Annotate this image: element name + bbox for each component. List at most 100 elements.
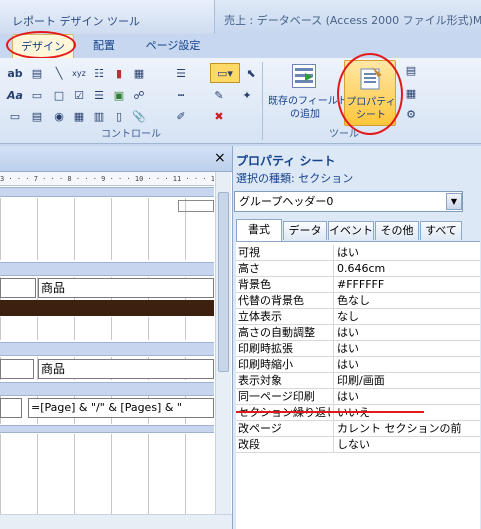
textbox-control[interactable]	[0, 398, 22, 418]
shohin-label[interactable]: 商品	[38, 359, 214, 379]
property-row[interactable]: 高さの自動調整 はい	[236, 325, 480, 341]
xyz-control-icon[interactable]: xyz	[70, 65, 88, 82]
tab-page-setup[interactable]: ページ設定	[134, 34, 212, 58]
tab-control-icon[interactable]: ▭	[6, 108, 24, 125]
property-name: 可視	[238, 246, 260, 259]
macro-icon[interactable]: ⚙	[402, 106, 420, 123]
property-value[interactable]: #FFFFFF	[333, 277, 478, 293]
hyperlink-control-icon[interactable]: ☍	[130, 87, 148, 104]
delete-control-icon[interactable]: ✖	[210, 108, 228, 125]
attachment-icon[interactable]: 📎	[130, 108, 148, 125]
property-row[interactable]: 印刷時拡張 はい	[236, 341, 480, 357]
label-control-icon[interactable]: ab	[6, 65, 24, 82]
tab-arrange[interactable]: 配置	[82, 34, 126, 58]
property-name: 高さの自動調整	[238, 326, 315, 339]
subform-control-icon[interactable]: ▦	[130, 65, 148, 82]
brown-line-control[interactable]	[0, 300, 214, 316]
section-bar[interactable]	[0, 425, 214, 433]
tab-format[interactable]: 書式	[236, 219, 282, 241]
tools-wrench-icon[interactable]: ✎	[210, 87, 228, 104]
property-row[interactable]: セクション繰り返しいいえ	[236, 405, 480, 421]
design-grid-area[interactable]	[0, 317, 214, 340]
property-row[interactable]: 改段 しない	[236, 437, 480, 453]
image-insert-icon[interactable]: ▣	[110, 87, 128, 104]
checkbox-control-icon[interactable]: ☑	[70, 87, 88, 104]
chevron-down-icon[interactable]: ▼	[446, 193, 462, 210]
property-row[interactable]: 表示対象 印刷/画面	[236, 373, 480, 389]
tab-data[interactable]: データ	[283, 221, 327, 240]
property-sheet-button[interactable]: プロパティ シート	[344, 60, 396, 126]
button-control-icon[interactable]: ▭	[28, 87, 46, 104]
property-value[interactable]: はい	[333, 389, 478, 405]
property-row[interactable]: 同一ページ印刷 はい	[236, 389, 480, 405]
page-break-icon[interactable]: ▯	[110, 108, 128, 125]
section-bar[interactable]	[0, 382, 214, 396]
code-view-icon[interactable]: ▦	[402, 85, 420, 102]
line-style-icon[interactable]: ┅	[172, 87, 190, 104]
add-fields-button[interactable]: 既存のフィールド の追加	[268, 60, 348, 126]
textbox-control[interactable]	[0, 359, 34, 379]
close-icon[interactable]: ×	[214, 150, 226, 166]
property-name: 背景色	[238, 278, 271, 291]
rectangle-control-icon[interactable]: □	[50, 87, 68, 104]
design-grid-area[interactable]	[0, 434, 214, 514]
combo-control-icon[interactable]: ☰	[90, 87, 108, 104]
tab-other[interactable]: その他	[375, 221, 419, 240]
property-name: 印刷時縮小	[238, 358, 293, 371]
context-tab-title: レポート デザイン ツール	[12, 15, 140, 28]
property-name: 同一ページ印刷	[238, 390, 315, 403]
section-bar[interactable]	[0, 187, 214, 197]
bound-object-icon[interactable]: ▥	[90, 108, 108, 125]
property-row[interactable]: 高さ 0.646cm	[236, 261, 480, 277]
property-value[interactable]: なし	[333, 309, 478, 325]
tab-all[interactable]: すべて	[420, 221, 462, 240]
rectangle-tool-icon[interactable]: ▭▾	[210, 63, 240, 83]
control-box[interactable]	[178, 200, 214, 212]
object-selector[interactable]: グループヘッダー0	[234, 191, 463, 212]
horizontal-scrollbar[interactable]	[0, 514, 232, 529]
chart-control-icon[interactable]: ▮	[110, 65, 128, 82]
property-name: 高さ	[238, 262, 260, 275]
section-bar[interactable]	[0, 342, 214, 356]
line-control-icon[interactable]: ╲	[50, 65, 68, 82]
property-row[interactable]: 改ページ カレント セクションの前	[236, 421, 480, 437]
property-row[interactable]: 立体表示 なし	[236, 309, 480, 325]
textbox-control[interactable]	[0, 278, 36, 298]
property-value[interactable]: はい	[333, 245, 478, 261]
tab-design[interactable]: デザイン	[12, 34, 74, 58]
textbox-control-icon[interactable]: ▤	[28, 65, 46, 82]
tab-order-icon[interactable]: ▤	[402, 62, 420, 79]
property-value[interactable]: はい	[333, 325, 478, 341]
tab-event[interactable]: イベント	[328, 221, 374, 240]
property-value[interactable]: カレント セクションの前	[333, 421, 478, 437]
option-group-icon[interactable]: ◉	[50, 108, 68, 125]
property-sheet-icon	[358, 65, 384, 91]
property-value[interactable]: 色なし	[333, 293, 478, 309]
font-control-icon[interactable]: Aa	[6, 87, 24, 104]
property-value[interactable]: 印刷/画面	[333, 373, 478, 389]
image-control-icon[interactable]: ☷	[90, 65, 108, 82]
property-value[interactable]: いいえ	[333, 405, 478, 421]
line-color-icon[interactable]: ✐	[172, 108, 190, 125]
property-row[interactable]: 可視 はい	[236, 245, 480, 261]
property-name: 代替の背景色	[238, 294, 304, 307]
toggle-button-icon[interactable]: ▦	[70, 108, 88, 125]
wizard-icon[interactable]: ✦	[238, 87, 256, 104]
listbox-control-icon[interactable]: ▤	[28, 108, 46, 125]
vertical-scrollbar[interactable]	[215, 172, 231, 514]
shohin-textbox[interactable]: 商品	[38, 278, 214, 298]
property-row[interactable]: 背景色 #FFFFFF	[236, 277, 480, 293]
property-value[interactable]: 0.646cm	[333, 261, 478, 277]
property-row[interactable]: 代替の背景色 色なし	[236, 293, 480, 309]
line-thickness-icon[interactable]: ☰	[172, 65, 190, 82]
scroll-thumb[interactable]	[218, 192, 229, 372]
select-pointer-icon[interactable]: ⬉	[242, 65, 260, 82]
property-name: 改ページ	[238, 422, 282, 435]
property-name: 印刷時拡張	[238, 342, 293, 355]
section-bar[interactable]	[0, 262, 214, 276]
property-value[interactable]: はい	[333, 357, 478, 373]
page-number-expression[interactable]: =[Page] & "/" & [Pages] & "	[28, 398, 214, 418]
property-value[interactable]: はい	[333, 341, 478, 357]
property-row[interactable]: 印刷時縮小 はい	[236, 357, 480, 373]
property-value[interactable]: しない	[333, 437, 478, 453]
